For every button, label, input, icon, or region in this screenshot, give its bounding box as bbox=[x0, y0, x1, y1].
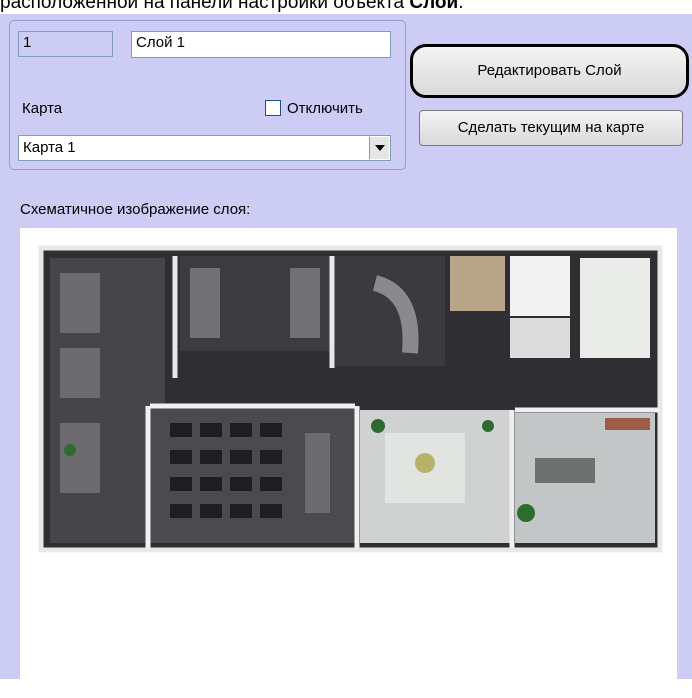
schematic-image-label: Схематичное изображение слоя: bbox=[20, 201, 251, 218]
layer-id-field[interactable]: 1 bbox=[18, 31, 113, 57]
layer-name-field[interactable]: Слой 1 bbox=[131, 31, 391, 58]
layer-properties-group: 1 Слой 1 Карта Отключить Карта 1 bbox=[9, 20, 406, 170]
document-caption: расположенной на панели настройки объект… bbox=[0, 0, 464, 13]
disable-checkbox[interactable] bbox=[265, 100, 281, 116]
disable-label: Отключить bbox=[287, 100, 363, 117]
map-select-value: Карта 1 bbox=[23, 139, 76, 156]
make-current-on-map-button[interactable]: Сделать текущим на карте bbox=[419, 110, 683, 146]
layer-schematic-preview bbox=[20, 228, 677, 693]
layer-settings-panel: 1 Слой 1 Карта Отключить Карта 1 Редакти… bbox=[0, 14, 692, 693]
map-select[interactable]: Карта 1 bbox=[18, 135, 391, 161]
edit-layer-button[interactable]: Редактировать Слой bbox=[410, 44, 689, 98]
office-floorplan-image bbox=[38, 245, 663, 553]
chevron-down-icon[interactable] bbox=[369, 137, 389, 159]
map-label: Карта bbox=[22, 100, 63, 117]
